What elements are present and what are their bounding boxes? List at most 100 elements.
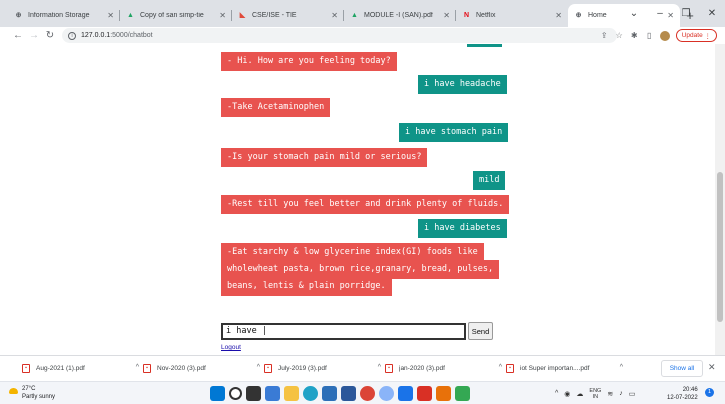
- scrollbar-thumb[interactable]: [717, 172, 723, 322]
- onedrive-icon[interactable]: ☁: [576, 390, 583, 398]
- acrobat-icon[interactable]: [417, 386, 432, 401]
- minimize-button[interactable]: –: [647, 8, 673, 19]
- chrome-icon[interactable]: [360, 386, 375, 401]
- user-message: mild: [473, 171, 506, 190]
- send-button[interactable]: Send: [468, 322, 493, 340]
- close-tab-icon[interactable]: ✕: [443, 11, 450, 20]
- download-item[interactable]: ▪ Nov-2020 (3).pdf ^: [143, 356, 264, 382]
- address-path: :5000/chatbot: [110, 32, 153, 39]
- google-drive-icon: ▲: [351, 12, 358, 19]
- side-panel-icon[interactable]: ▯: [643, 31, 656, 40]
- chevron-up-icon[interactable]: ^: [136, 364, 139, 371]
- language-indicator[interactable]: ENG IN: [589, 388, 601, 400]
- chevron-up-icon[interactable]: ^: [378, 364, 381, 371]
- close-tab-icon[interactable]: ✕: [219, 11, 226, 20]
- photos-icon[interactable]: [398, 386, 413, 401]
- bookmark-star-icon[interactable]: ☆: [613, 31, 626, 40]
- mail-icon[interactable]: [341, 386, 356, 401]
- tab-netflix[interactable]: N Netflix ✕: [456, 4, 568, 27]
- close-icon[interactable]: ✕: [708, 362, 716, 373]
- forward-icon[interactable]: →: [26, 30, 42, 41]
- app-icon[interactable]: [455, 386, 470, 401]
- netflix-icon: N: [463, 12, 470, 19]
- page-scrollbar[interactable]: [715, 44, 725, 355]
- bot-message-line: beans, lentis & plain porridge.: [221, 277, 392, 296]
- clock[interactable]: 20:46 12-07-2022: [667, 386, 698, 402]
- user-message: i have stomach pain: [399, 123, 509, 142]
- download-item[interactable]: ▪ Aug-2021 (1).pdf ^: [22, 356, 143, 382]
- chat-input[interactable]: i have |: [221, 323, 466, 340]
- pdf-icon: ▪: [22, 364, 30, 373]
- volume-icon[interactable]: ♪: [619, 390, 623, 397]
- tab-title: CSE/ISE - TIE: [252, 12, 297, 19]
- site-info-icon[interactable]: i: [68, 31, 76, 40]
- system-tray: ^ ◉ ☁ ENG IN ≋ ♪ ▭: [555, 385, 641, 402]
- edge-icon[interactable]: [303, 386, 318, 401]
- download-item[interactable]: ▪ jan-2020 (3).pdf ^: [385, 356, 506, 382]
- chevron-up-icon[interactable]: ^: [555, 390, 558, 397]
- address-host: 127.0.0.1: [81, 32, 111, 39]
- notification-badge[interactable]: 1: [705, 388, 714, 397]
- tab-copy-of-san-simp-tie[interactable]: ▲ Copy of san simp-tie ✕: [120, 4, 232, 27]
- tab-strip: ⊕ Information Storage ✕ ▲ Copy of san si…: [0, 0, 725, 27]
- chatbot-page: - Hi. How are you feeling today? i have …: [0, 44, 715, 355]
- taskbar-apps: [210, 386, 474, 401]
- user-message: [467, 44, 502, 47]
- close-tab-icon[interactable]: ✕: [107, 11, 114, 20]
- windows-taskbar: 27°C Partly sunny ^ ◉ ☁ ENG IN ≋ ♪ ▭ 20:4…: [0, 381, 725, 404]
- file-explorer-icon[interactable]: [284, 386, 299, 401]
- weather-widget[interactable]: 27°C Partly sunny: [9, 385, 55, 401]
- back-icon[interactable]: ←: [10, 30, 26, 41]
- user-message: i have headache: [418, 75, 507, 94]
- widgets-icon[interactable]: [265, 386, 280, 401]
- extensions-icon[interactable]: ✱: [628, 31, 641, 40]
- download-item[interactable]: ▪ iot Super importan....pdf ^: [506, 356, 627, 382]
- google-drive-icon: ▲: [127, 12, 134, 19]
- tab-information-storage[interactable]: ⊕ Information Storage ✕: [8, 4, 120, 27]
- tab-title: MODULE -I (SAN).pdf: [364, 12, 433, 19]
- close-window-button[interactable]: ✕: [699, 8, 725, 19]
- tab-title: Netflix: [476, 12, 496, 19]
- globe-icon: ⊕: [15, 12, 22, 19]
- tab-module-i-san-pdf[interactable]: ▲ MODULE -I (SAN).pdf ✕: [344, 4, 456, 27]
- pdf-icon: ▪: [143, 364, 151, 373]
- chevron-up-icon[interactable]: ^: [499, 364, 502, 371]
- close-tab-icon[interactable]: ✕: [555, 11, 562, 20]
- app-icon[interactable]: [379, 386, 394, 401]
- tab-cse-ise-tie[interactable]: ◣ CSE/ISE - TIE ✕: [232, 4, 344, 27]
- search-icon[interactable]: [229, 387, 242, 400]
- update-label: Update: [681, 32, 703, 39]
- store-icon[interactable]: [322, 386, 337, 401]
- profile-avatar[interactable]: [659, 30, 670, 41]
- logout-link[interactable]: Logout: [221, 344, 241, 351]
- wifi-icon[interactable]: ≋: [607, 390, 613, 398]
- chevron-up-icon[interactable]: ^: [620, 364, 623, 371]
- windows-start-icon[interactable]: [210, 386, 225, 401]
- pdf-icon: ▪: [385, 364, 393, 373]
- close-tab-icon[interactable]: ✕: [331, 11, 338, 20]
- battery-icon[interactable]: ▭: [629, 390, 636, 398]
- clock-time: 20:46: [682, 387, 698, 393]
- app-tray-icon[interactable]: ◉: [564, 390, 570, 398]
- weather-temp: 27°C: [22, 386, 36, 392]
- tab-title: Information Storage: [28, 12, 90, 19]
- bot-message: -Take Acetaminophen: [221, 98, 331, 117]
- address-bar[interactable]: i 127.0.0.1:5000/chatbot: [62, 28, 617, 43]
- download-name: jan-2020 (3).pdf: [399, 365, 445, 372]
- tab-title: Copy of san simp-tie: [140, 12, 204, 19]
- show-all-button[interactable]: Show all: [661, 360, 703, 377]
- tab-search-icon[interactable]: ⌄: [621, 8, 647, 19]
- chevron-up-icon[interactable]: ^: [257, 364, 260, 371]
- update-button[interactable]: Update ⋮: [675, 29, 717, 42]
- share-icon[interactable]: ⇪: [598, 31, 611, 40]
- restore-button[interactable]: ❐: [673, 8, 699, 19]
- app-icon[interactable]: [436, 386, 451, 401]
- download-item[interactable]: ▪ July-2019 (3).pdf ^: [264, 356, 385, 382]
- reload-icon[interactable]: ↻: [42, 30, 58, 41]
- address-url: 127.0.0.1:5000/chatbot: [81, 32, 153, 39]
- browser-toolbar: ← → ↻ i 127.0.0.1:5000/chatbot ⇪ ☆ ✱ ▯ U…: [0, 27, 725, 44]
- pdf-icon: ▪: [264, 364, 272, 373]
- task-view-icon[interactable]: [246, 386, 261, 401]
- bot-message: -Rest till you feel better and drink ple…: [221, 195, 510, 214]
- lang-line2: IN: [592, 393, 599, 400]
